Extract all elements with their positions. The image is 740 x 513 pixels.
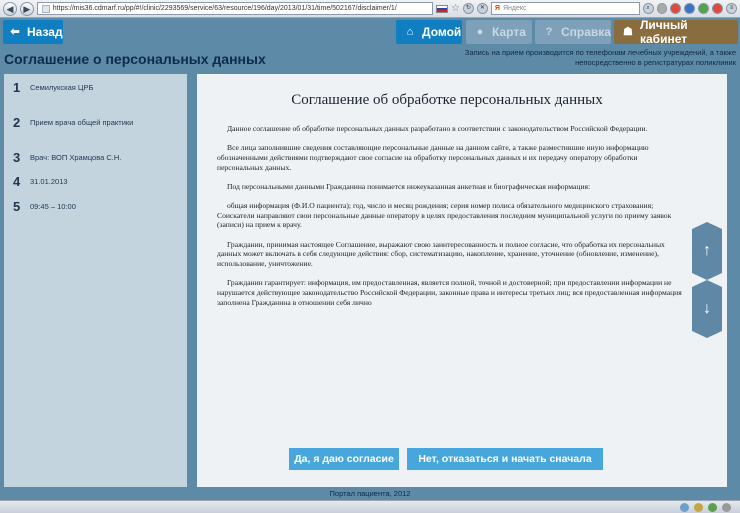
agreement-paragraph: общая информация (Ф.И.О пациента); год, … (217, 201, 672, 230)
browser-toolbar: ◀ ▶ https://mis36.cdmarf.ru/pp/#!/clinic… (0, 0, 740, 18)
agreement-paragraph: Все лица заполнившие сведения составляющ… (217, 143, 649, 172)
step-number: 1 (13, 80, 21, 95)
status-icon (694, 503, 703, 512)
scroll-up-icon[interactable]: ↑ (692, 222, 722, 280)
menu-icon[interactable]: ≡ (726, 3, 738, 14)
search-icon[interactable]: ⌕ (642, 3, 654, 14)
decline-button[interactable]: Нет, отказаться и начать сначала (407, 448, 603, 470)
agreement-panel: Соглашение об обработке персональных дан… (197, 74, 727, 487)
browser-forward-icon[interactable]: ▶ (19, 1, 34, 16)
top-navigation: ⬅ Назад ⌂ Домой ● Карта ? Справка ☗ Личн… (0, 18, 740, 46)
agreement-paragraph: Гражданин, принимая настоящее Соглашение… (217, 239, 665, 269)
map-button[interactable]: ● Карта (466, 20, 532, 44)
help-button-label: Справка (561, 25, 611, 39)
step-label: Врач: ВОП Храмцова С.Н. (30, 153, 122, 162)
step-number: 2 (13, 115, 21, 130)
step-number: 3 (13, 150, 21, 165)
help-button[interactable]: ? Справка (535, 20, 611, 44)
status-icon (708, 503, 717, 512)
step-label: 09:45 – 10:00 (30, 202, 76, 211)
scroll-down-icon[interactable]: ↓ (692, 280, 722, 338)
address-bar[interactable]: https://mis36.cdmarf.ru/pp/#!/clinic/229… (36, 2, 434, 15)
agreement-paragraph: Под персональными данными Гражданина пон… (227, 181, 591, 191)
stop-icon[interactable]: ✕ (476, 3, 488, 14)
language-flag-icon (436, 4, 449, 13)
abp-icon[interactable] (670, 3, 682, 14)
agreement-text: Данное соглашение об обработке персональ… (217, 124, 682, 317)
agreement-title: Соглашение об обработке персональных дан… (291, 92, 603, 108)
personal-cabinet-label: Личный кабинет (639, 18, 688, 46)
agreement-paragraph: Гражданин гарантирует: информация, им пр… (217, 278, 682, 307)
back-button[interactable]: ⬅ Назад (3, 20, 63, 44)
bookmark-star-icon[interactable]: ☆ (451, 3, 460, 14)
step-label: 31.01.2013 (30, 177, 68, 186)
home-button-label: Домой (422, 25, 462, 39)
step-label: Прием врача общей практики (30, 118, 134, 127)
step-date[interactable]: 4 31.01.2013 (4, 171, 187, 195)
step-clinic[interactable]: 1 Семилукская ЦРБ (4, 74, 187, 107)
agree-button[interactable]: Да, я даю согласие (289, 448, 399, 470)
extension-blue-icon[interactable] (684, 3, 696, 14)
registration-notice: Запись на прием производится по телефона… (464, 48, 736, 67)
step-label: Семилукская ЦРБ (30, 83, 94, 92)
step-time[interactable]: 5 09:45 – 10:00 (4, 196, 187, 220)
map-marker-icon: ● (476, 26, 484, 38)
home-icon: ⌂ (406, 26, 414, 38)
search-box[interactable]: Я Яндекс (490, 2, 640, 15)
status-icon (722, 503, 731, 512)
personal-cabinet-button[interactable]: ☗ Личный кабинет (614, 18, 738, 46)
page-title: Соглашение о персональных данных (4, 51, 266, 67)
step-number: 4 (13, 174, 21, 189)
url-text: https://mis36.cdmarf.ru/pp/#!/clinic/229… (52, 5, 397, 12)
user-icon: ☗ (623, 26, 633, 38)
arrow-left-icon: ⬅ (10, 26, 20, 38)
status-icon (680, 503, 689, 512)
map-button-label: Карта (492, 25, 526, 39)
agreement-paragraph: Данное соглашение об обработке персональ… (227, 124, 648, 133)
home-button[interactable]: ⌂ Домой (396, 20, 462, 44)
search-engine-label: Яндекс (502, 5, 527, 12)
appointment-steps: 1 Семилукская ЦРБ 2 Прием врача общей пр… (4, 74, 187, 487)
question-icon: ? (545, 26, 553, 38)
site-icon (41, 4, 50, 13)
browser-statusbar (0, 500, 740, 513)
step-number: 5 (13, 199, 21, 214)
page-header: Соглашение о персональных данных Запись … (0, 48, 740, 70)
yandex-logo-icon: Я (494, 5, 500, 12)
browser-back-icon[interactable]: ◀ (3, 1, 17, 16)
refresh-icon[interactable]: ↻ (463, 3, 474, 14)
footer-text: Портал пациента, 2012 (329, 489, 411, 498)
notifications-icon[interactable] (712, 3, 724, 14)
extension-green-icon[interactable] (698, 3, 710, 14)
back-button-label: Назад (27, 25, 63, 39)
step-doctor[interactable]: 3 Врач: ВОП Храмцова С.Н. (4, 144, 187, 170)
step-service[interactable]: 2 Прием врача общей практики (4, 108, 187, 143)
extension-icon[interactable] (656, 3, 668, 14)
